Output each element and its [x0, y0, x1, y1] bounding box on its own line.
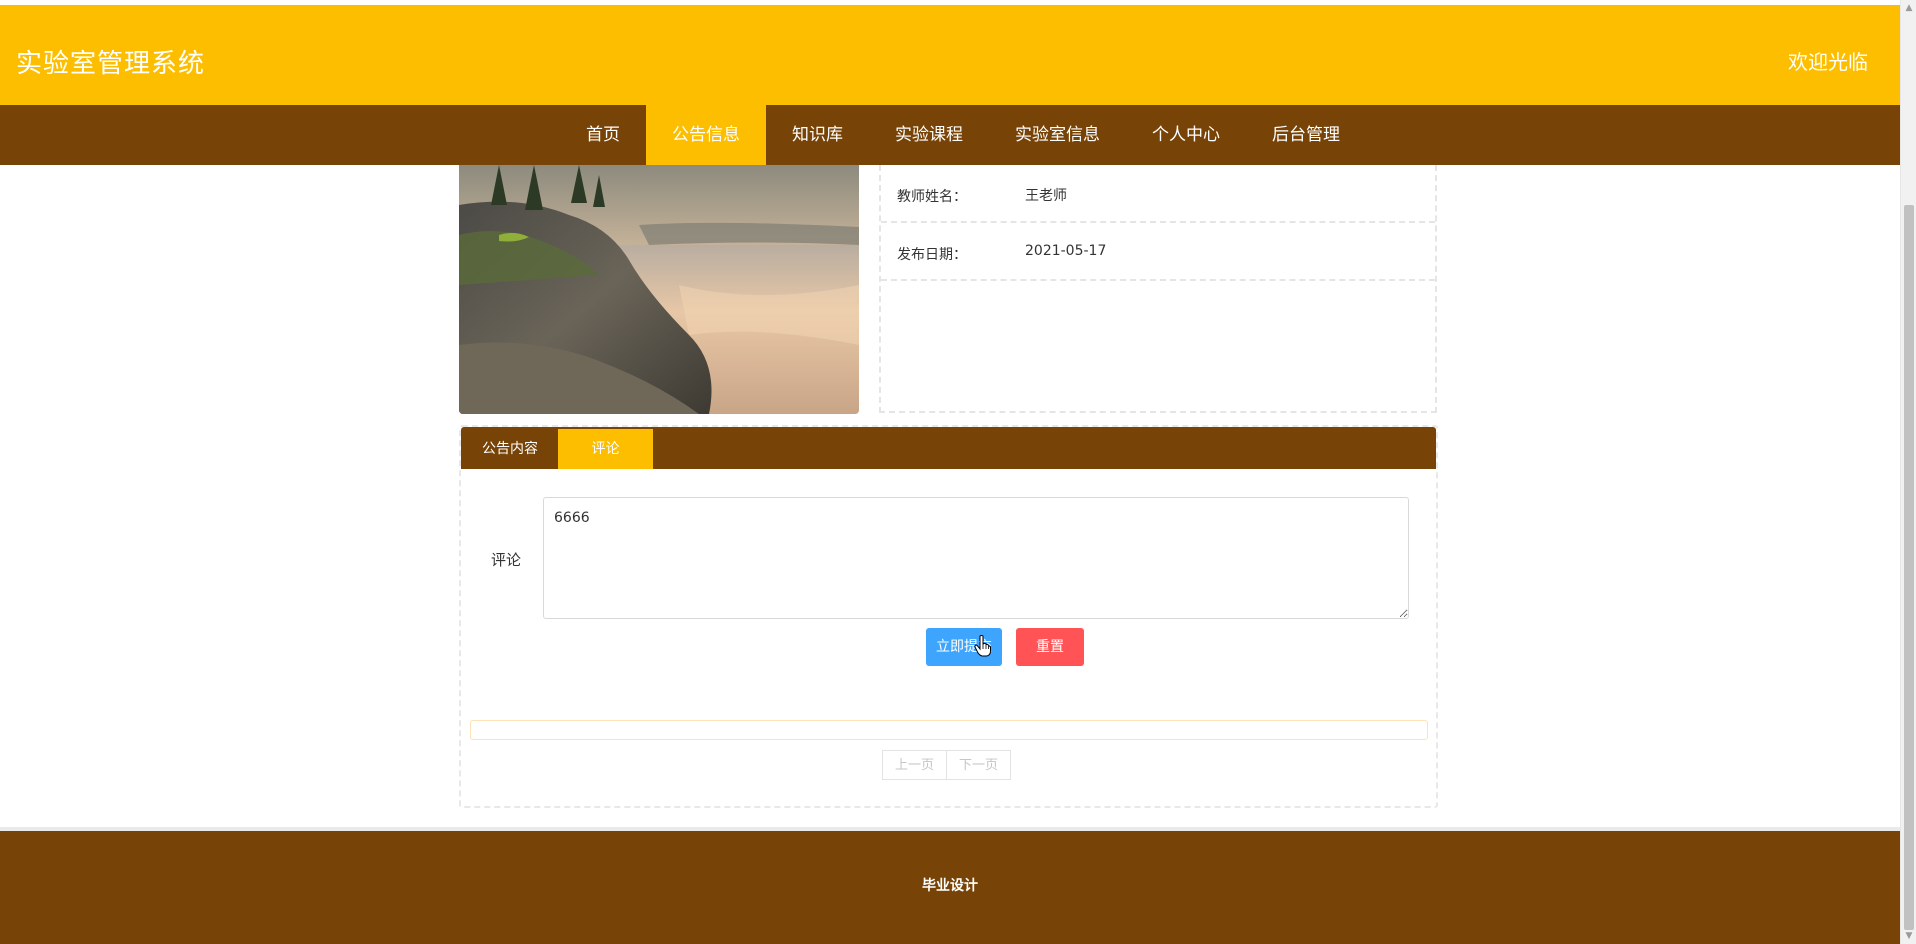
comment-label: 评论 [491, 551, 522, 569]
page-scrollbar[interactable]: ▲ ▼ [1900, 0, 1916, 944]
welcome-text: 欢迎光临 [1788, 50, 1868, 74]
tab-comments[interactable]: 评论 [558, 429, 653, 469]
main-nav: 首页 公告信息 知识库 实验课程 实验室信息 个人中心 后台管理 [0, 105, 1900, 165]
scroll-up-icon[interactable]: ▲ [1904, 3, 1914, 13]
nav-list: 首页 公告信息 知识库 实验课程 实验室信息 个人中心 后台管理 [560, 105, 1366, 165]
site-header: 实验室管理系统 欢迎光临 [0, 5, 1900, 105]
tab-card: 公告内容 评论 评论 6666 立即提交 重置 上一页 下一页 [459, 425, 1438, 808]
scroll-down-icon[interactable]: ▼ [1904, 931, 1914, 941]
teacher-label: 教师姓名： [897, 189, 967, 205]
pagination: 上一页 下一页 [882, 750, 1012, 780]
prev-page-button[interactable]: 上一页 [882, 750, 948, 780]
nav-item-admin[interactable]: 后台管理 [1246, 105, 1366, 165]
footer-text: 毕业设计 [922, 878, 978, 894]
reset-button[interactable]: 重置 [1016, 628, 1084, 666]
teacher-row: 教师姓名： 王老师 [881, 165, 1435, 223]
page: 实验室管理系统 欢迎光临 首页 公告信息 知识库 实验课程 实验室信息 个人中心… [0, 0, 1900, 944]
tab-bar: 公告内容 评论 [461, 427, 1436, 469]
publish-date-row: 发布日期： 2021-05-17 [881, 223, 1435, 281]
nav-item-knowledge-base[interactable]: 知识库 [766, 105, 869, 165]
teacher-value: 王老师 [1025, 188, 1067, 204]
nav-item-personal-center[interactable]: 个人中心 [1126, 105, 1246, 165]
publish-date-label: 发布日期： [897, 247, 967, 263]
hand-cursor-icon [974, 635, 991, 657]
nav-item-home[interactable]: 首页 [560, 105, 646, 165]
scroll-thumb[interactable] [1904, 205, 1914, 930]
nav-item-announcements[interactable]: 公告信息 [646, 105, 766, 165]
publish-date-value: 2021-05-17 [1025, 243, 1107, 259]
nav-item-lab-courses[interactable]: 实验课程 [869, 105, 989, 165]
announcement-info: 教师姓名： 王老师 发布日期： 2021-05-17 [879, 165, 1437, 413]
nav-item-lab-info[interactable]: 实验室信息 [989, 105, 1126, 165]
site-title[interactable]: 实验室管理系统 [16, 43, 205, 80]
announcement-image [459, 165, 859, 414]
comment-textarea[interactable]: 6666 [543, 497, 1409, 619]
comment-list [470, 720, 1428, 740]
next-page-button[interactable]: 下一页 [947, 750, 1012, 780]
site-footer: 毕业设计 [0, 831, 1900, 944]
tab-announcement-content[interactable]: 公告内容 [463, 429, 557, 469]
